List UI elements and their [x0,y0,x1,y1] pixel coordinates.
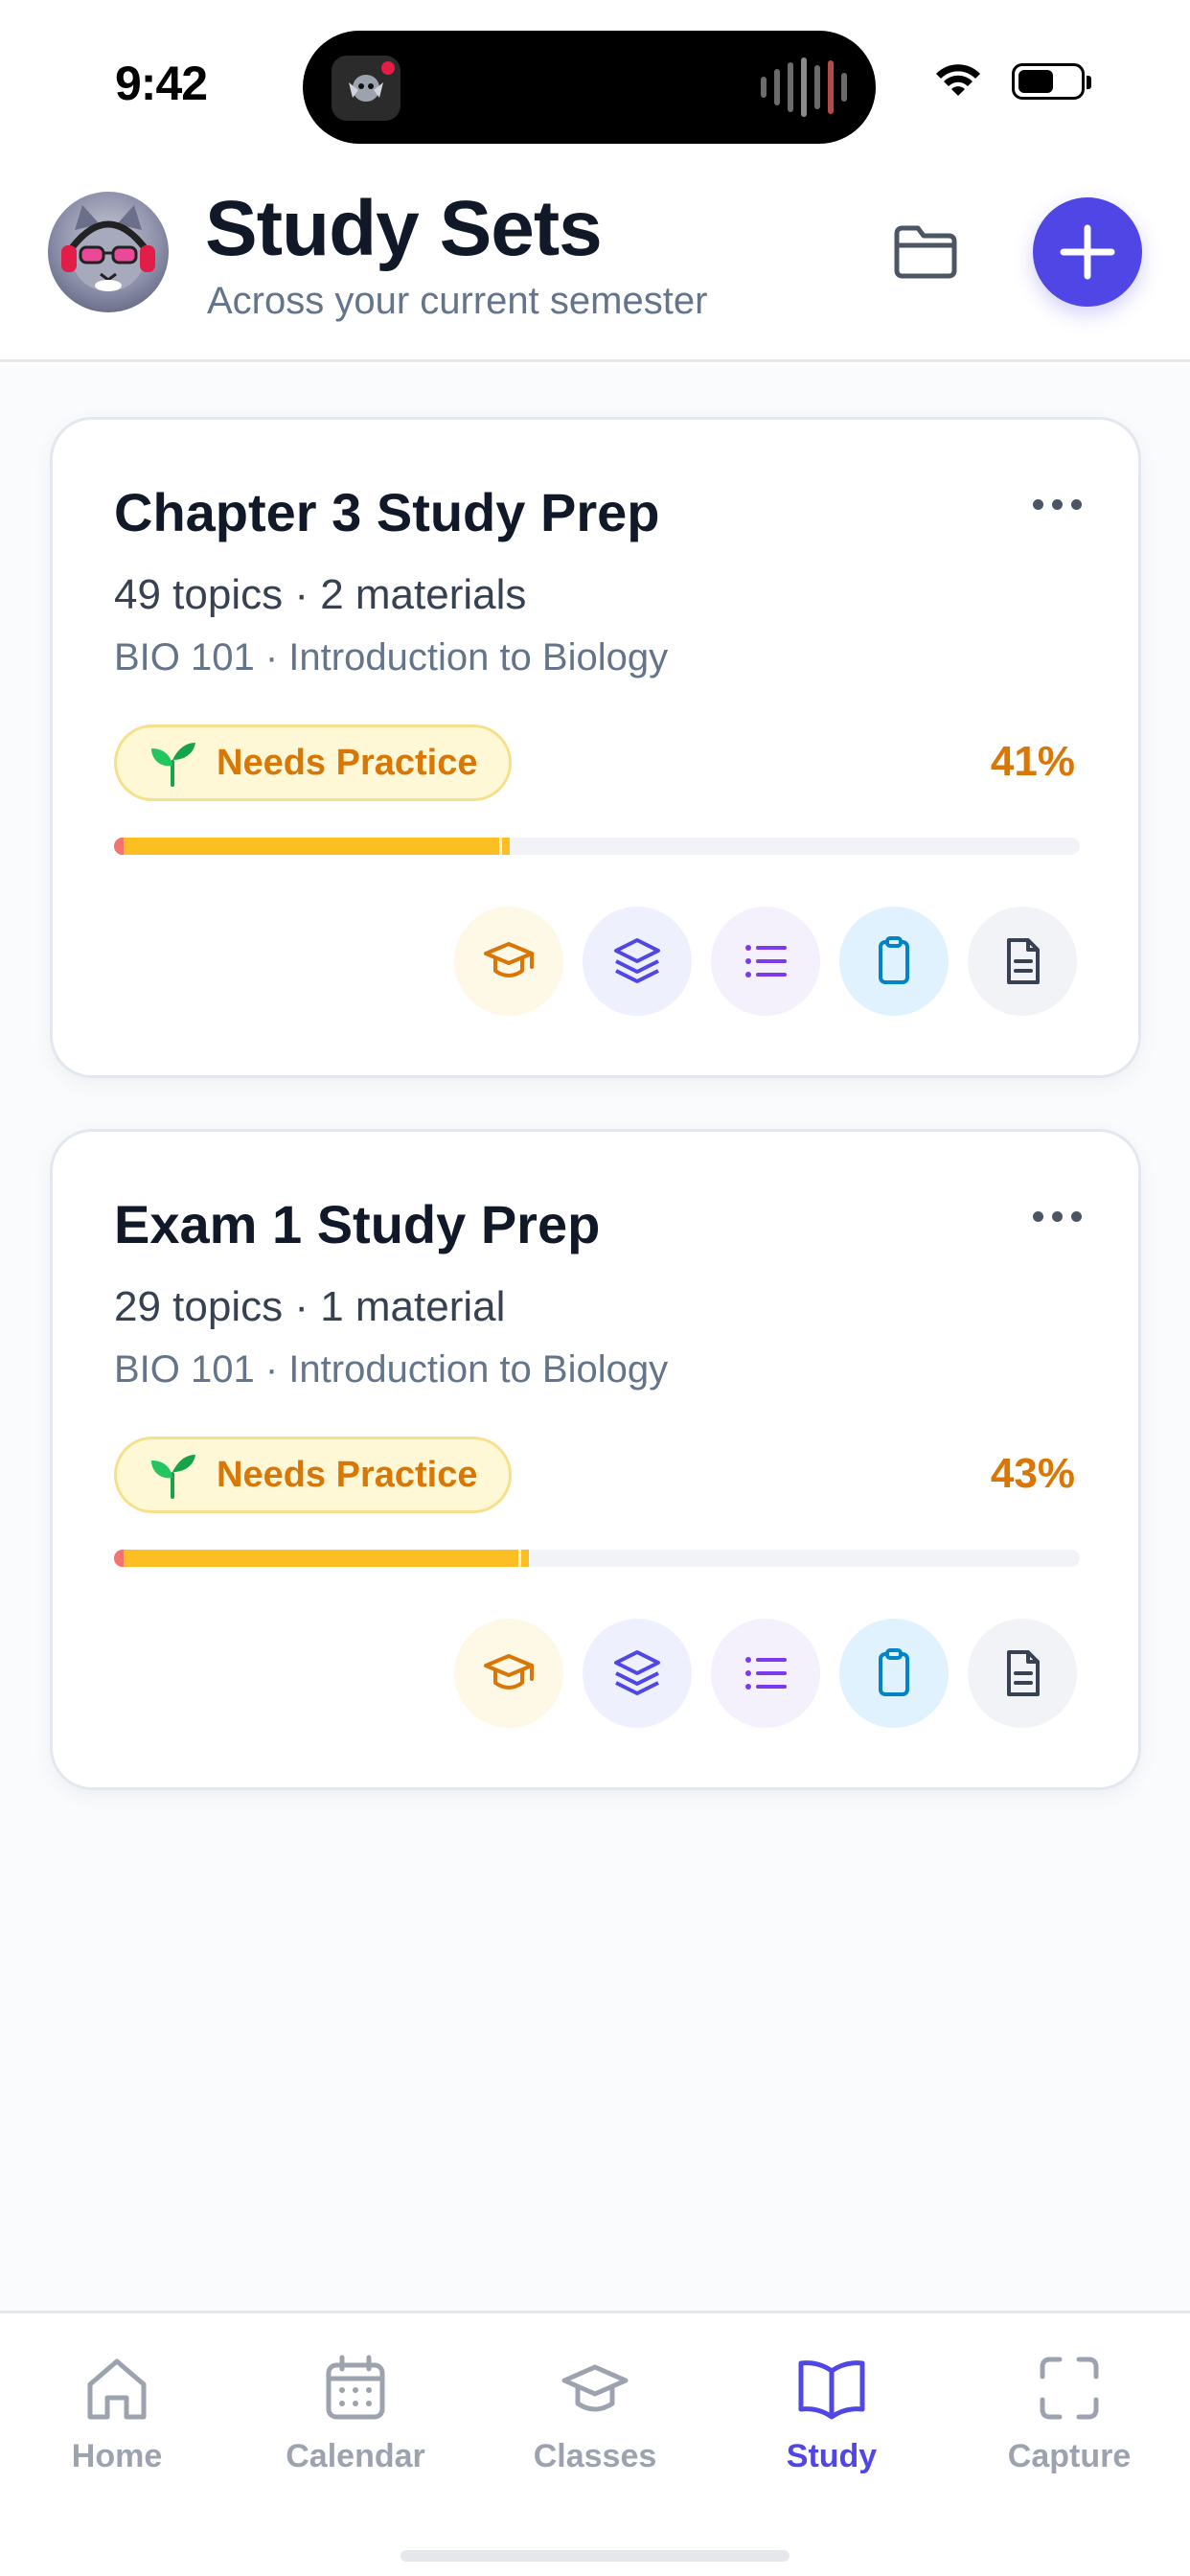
avatar[interactable] [48,192,169,312]
progress-bar [114,838,1080,855]
progress-bar [114,1550,1080,1567]
tab-label: Capture [1007,2438,1132,2474]
scan-icon [1040,2357,1099,2420]
study-set-course: BIO 101 · Introduction to Biology [114,636,669,678]
folder-button[interactable] [887,213,964,289]
graduation-cap-icon [561,2364,629,2412]
study-actions [454,1619,1077,1728]
status-badge: Needs Practice [114,724,512,801]
progress-percent: 43% [990,1450,1075,1497]
study-set-list[interactable]: Chapter 3 Study Prep 49 topics · 2 mater… [0,365,1190,2311]
practice-test-button[interactable] [839,1619,949,1728]
study-set-title: Exam 1 Study Prep [114,1194,601,1254]
owl-app-icon [332,56,400,121]
page-header: Study Sets Across your current semester [0,163,1190,362]
layers-icon [614,938,660,983]
more-options-button[interactable] [1023,1197,1090,1235]
book-open-icon [798,2360,865,2420]
materials-button[interactable] [968,907,1077,1016]
tab-label: Calendar [286,2438,425,2474]
tab-capture[interactable]: Capture [973,2352,1165,2505]
battery-icon [1012,63,1091,100]
quiz-button[interactable] [711,907,820,1016]
study-set-card[interactable]: Chapter 3 Study Prep 49 topics · 2 mater… [50,417,1141,1078]
folder-icon [894,225,957,279]
tab-label: Classes [533,2438,657,2474]
status-badge-label: Needs Practice [217,1454,478,1495]
clipboard-icon [879,936,909,984]
flashcards-button[interactable] [583,1619,692,1728]
status-bar: 9:42 [0,0,1190,163]
progress-bar-fill [114,838,511,855]
home-indicator [400,2550,790,2562]
learn-button[interactable] [454,1619,563,1728]
document-icon [1007,1650,1040,1696]
status-badge: Needs Practice [114,1437,512,1513]
graduation-cap-icon [484,942,534,978]
graduation-cap-icon [484,1654,534,1690]
list-icon [745,945,787,978]
quiz-button[interactable] [711,1619,820,1728]
study-set-course: BIO 101 · Introduction to Biology [114,1348,669,1391]
tab-bar: Home Calendar Classes Study Capture [0,2311,1190,2576]
document-icon [1007,938,1040,984]
status-indicators [933,63,1091,100]
wifi-icon [936,64,980,96]
layers-icon [614,1650,660,1695]
calendar-icon [326,2355,385,2420]
study-set-meta: 49 topics · 2 materials [114,571,527,618]
study-actions [454,907,1077,1016]
tab-calendar[interactable]: Calendar [260,2352,451,2505]
progress-percent: 41% [990,738,1075,785]
add-study-set-button[interactable] [1033,197,1142,307]
more-options-button[interactable] [1023,485,1090,523]
list-icon [745,1657,787,1690]
tab-classes[interactable]: Classes [499,2352,691,2505]
dynamic-island[interactable] [303,31,876,144]
study-set-card[interactable]: Exam 1 Study Prep 29 topics · 1 material… [50,1129,1141,1790]
practice-test-button[interactable] [839,907,949,1016]
tab-home[interactable]: Home [21,2352,213,2505]
tab-label: Home [71,2438,163,2474]
tab-study[interactable]: Study [736,2352,927,2505]
page-subtitle: Across your current semester [207,280,708,322]
page-title: Study Sets [205,185,603,272]
status-badge-label: Needs Practice [217,742,478,783]
materials-button[interactable] [968,1619,1077,1728]
status-time: 9:42 [115,57,208,110]
clipboard-icon [879,1648,909,1696]
tab-label: Study [786,2438,878,2474]
study-set-meta: 29 topics · 1 material [114,1283,506,1330]
flashcards-button[interactable] [583,907,692,1016]
learn-button[interactable] [454,907,563,1016]
study-set-title: Chapter 3 Study Prep [114,482,660,542]
plus-icon [1060,224,1115,280]
sprout-icon [151,743,195,787]
sprout-icon [151,1455,195,1499]
progress-bar-fill [114,1550,530,1567]
audio-wave-icon [761,58,847,117]
home-icon [87,2358,147,2420]
